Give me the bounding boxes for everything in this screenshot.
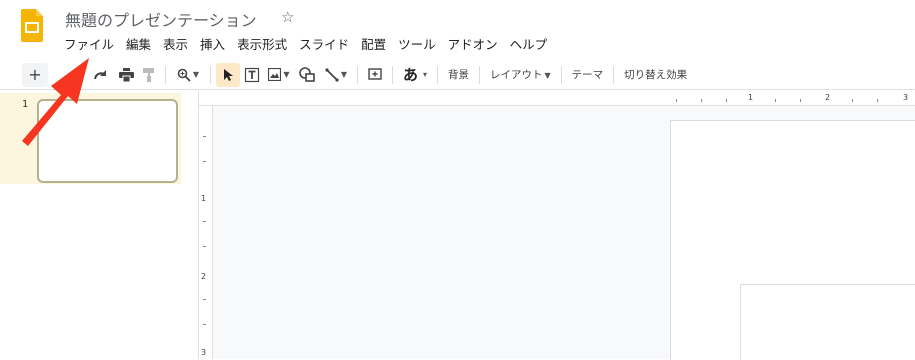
layout-button[interactable]: レイアウト ▼ [485,67,556,82]
star-icon[interactable]: ☆ [281,8,294,26]
ruler-tick [877,99,878,102]
toolbar-divider [613,65,615,84]
menu-file[interactable]: ファイル [58,35,120,55]
line-icon [325,67,339,82]
menu-addons[interactable]: アドオン [442,35,504,55]
ruler-tick [203,246,206,247]
toolbar-divider [437,65,438,84]
ruler-tick [203,324,206,325]
ruler-number: 2 [825,93,831,102]
chevron-down-icon: ▼ [544,71,551,80]
ruler-tick [203,299,206,300]
toolbar-divider [165,65,166,84]
document-title[interactable]: 無題のプレゼンテーション [65,7,257,31]
toolbar-divider [210,65,211,84]
menu-edit[interactable]: 編集 [120,35,157,55]
chevron-down-icon: ▼ [192,70,200,79]
paint-format-button[interactable] [138,63,160,87]
text-placeholder[interactable] [740,284,915,360]
paint-format-icon [143,67,154,82]
zoom-button[interactable]: ▼ [171,63,205,87]
ruler-tick [203,221,206,222]
chevron-down-icon: ▼ [340,70,348,79]
ruler-tick [203,161,206,162]
slide-thumbnail[interactable] [37,99,178,183]
transition-button[interactable]: 切り替え効果 [619,67,692,82]
ruler-tick [701,99,702,102]
text-box-button[interactable] [240,63,264,87]
ruler-tick [676,99,677,102]
select-cursor-icon [224,68,233,81]
menu-tools[interactable]: ツール [392,35,442,55]
horizontal-ruler: 1 2 3 [199,91,915,106]
menu-help[interactable]: ヘルプ [504,35,554,55]
print-icon [118,67,134,82]
redo-button[interactable] [88,63,114,87]
vertical-ruler: 1 2 3 [199,106,213,359]
text-box-icon [244,67,260,82]
select-tool-button[interactable] [216,62,240,87]
chevron-down-icon: ▼ [283,70,290,79]
insert-image-button[interactable]: ▼ [264,63,294,87]
theme-button[interactable]: テーマ [567,67,609,82]
ruler-tick [203,136,206,137]
menu-view[interactable]: 表示 [157,35,194,55]
background-button[interactable]: 背景 [443,67,474,82]
chevron-down-icon: ▾ [423,70,428,79]
layout-label: レイアウト [490,69,543,81]
ruler-number: 3 [903,93,909,102]
ruler-number: 1 [748,93,754,102]
redo-icon [94,69,106,79]
image-icon [268,68,282,81]
menu-format[interactable]: 表示形式 [231,35,293,55]
toolbar-divider [560,65,562,84]
ruler-number: 2 [201,272,207,281]
toolbar-divider [357,65,358,84]
slides-logo-icon[interactable] [21,9,43,42]
input-tools-button[interactable]: あ ▾ [398,63,432,87]
input-tools-label: あ [402,66,418,84]
shape-icon [299,67,315,82]
ruler-tick [852,99,853,102]
menu-arrange[interactable]: 配置 [355,35,392,55]
comment-button[interactable] [363,63,387,87]
slide-number: 1 [22,99,29,110]
shape-button[interactable] [294,63,320,87]
ruler-tick [775,99,776,102]
toolbar: + ▼ ▼ ▼ あ ▾ 背景 レイアウト ▼ テーマ 切り替え効果 [0,60,915,90]
comment-icon [368,67,382,80]
toolbar-divider [392,65,393,84]
zoom-icon [177,68,191,82]
ruler-number: 3 [201,348,207,357]
ruler-tick [726,99,727,102]
ruler-tick [800,99,801,102]
ruler-number: 1 [201,194,207,203]
plus-icon: + [28,65,42,84]
toolbar-divider [479,65,480,84]
print-button[interactable] [114,63,138,87]
new-slide-button[interactable]: + [22,62,48,87]
line-button[interactable]: ▼ [320,63,352,87]
menu-insert[interactable]: 挿入 [194,35,231,55]
menu-bar: ファイル 編集 表示 挿入 表示形式 スライド 配置 ツール アドオン ヘルプ [58,35,553,55]
menu-slide[interactable]: スライド [293,35,355,55]
